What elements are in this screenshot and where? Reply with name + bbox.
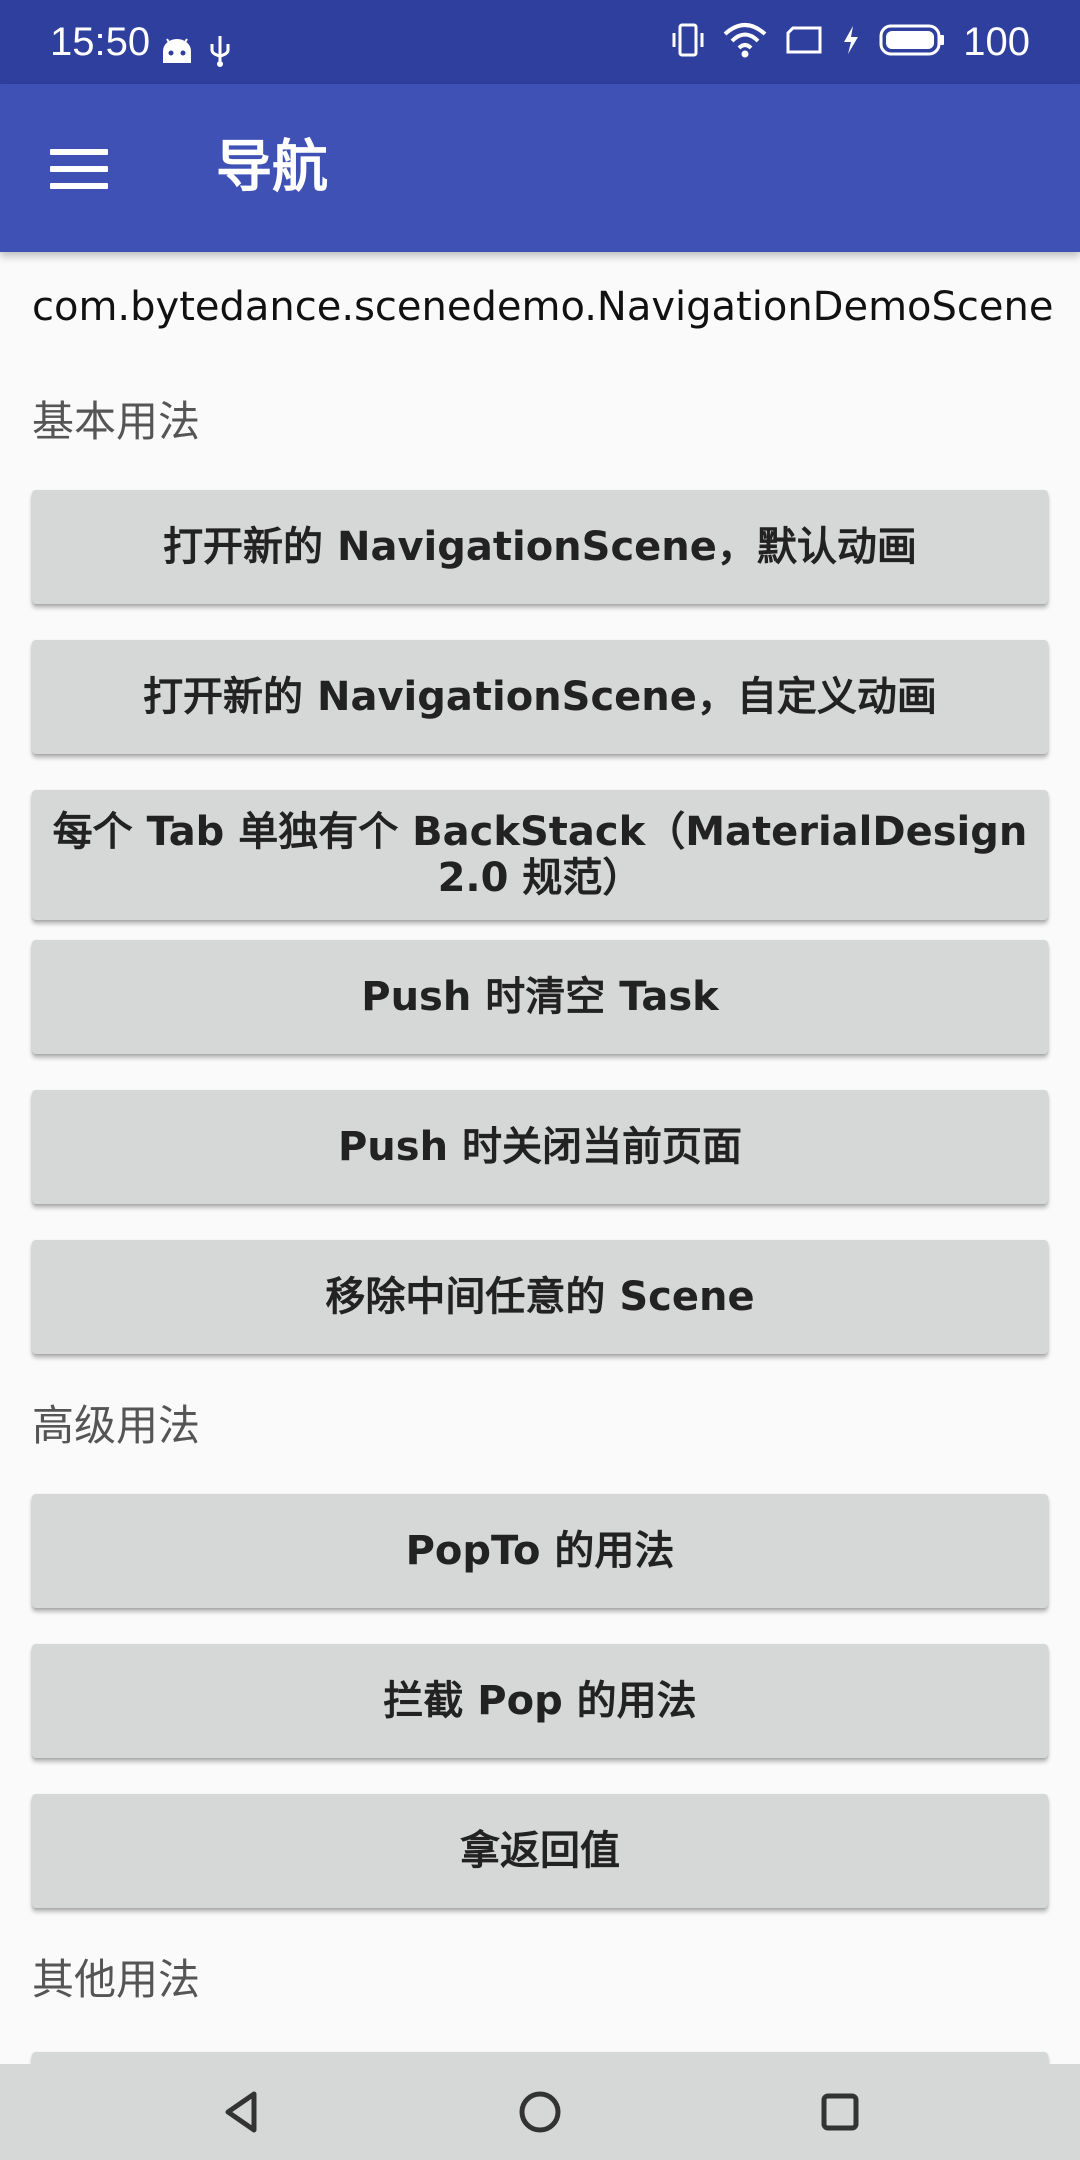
screen-icon: [785, 25, 823, 59]
battery-level: 100: [963, 20, 1030, 64]
battery-icon: [879, 23, 945, 61]
status-time: 15:50: [50, 20, 151, 64]
popto-usage-button[interactable]: PopTo 的用法: [32, 1494, 1048, 1608]
navigation-bar: [0, 2064, 1080, 2160]
home-icon[interactable]: [516, 2088, 564, 2136]
section-title-other: 其他用法: [32, 1955, 201, 2004]
open-navigation-scene-default-animation-button[interactable]: 打开新的 NavigationScene，默认动画: [32, 490, 1048, 604]
wifi-icon: [723, 22, 767, 62]
push-close-current-page-button[interactable]: Push 时关闭当前页面: [32, 1090, 1048, 1204]
push-clear-task-button[interactable]: Push 时清空 Task: [32, 940, 1048, 1054]
hamburger-menu-icon[interactable]: [50, 141, 116, 197]
vibrate-icon: [671, 22, 705, 62]
android-icon: [160, 37, 194, 69]
charging-icon: [841, 25, 861, 59]
scene-class-name: com.bytedance.scenedemo.NavigationDemoSc…: [32, 284, 1054, 330]
multi-tab-backstack-button[interactable]: 每个 Tab 单独有个 BackStack（MaterialDesign 2.0…: [32, 790, 1048, 920]
app-bar: 导航: [0, 84, 1080, 252]
section-title-advanced: 高级用法: [32, 1401, 201, 1450]
intercept-pop-button[interactable]: 拦截 Pop 的用法: [32, 1644, 1048, 1758]
open-navigation-scene-custom-animation-button[interactable]: 打开新的 NavigationScene，自定义动画: [32, 640, 1048, 754]
get-return-value-button[interactable]: 拿返回值: [32, 1794, 1048, 1908]
app-title: 导航: [216, 135, 328, 200]
status-bar: 15:50 100: [0, 0, 1080, 84]
usb-icon: [208, 34, 232, 72]
screen: 15:50 100 导航 com.bytedance.scenedemo.Nav…: [0, 0, 1080, 2160]
recents-icon[interactable]: [816, 2088, 864, 2136]
remove-middle-scene-button[interactable]: 移除中间任意的 Scene: [32, 1240, 1048, 1354]
status-right-icons: 100: [671, 22, 1030, 62]
status-left-icons: [160, 34, 232, 72]
section-title-basic: 基本用法: [32, 397, 201, 446]
back-icon[interactable]: [218, 2088, 266, 2136]
